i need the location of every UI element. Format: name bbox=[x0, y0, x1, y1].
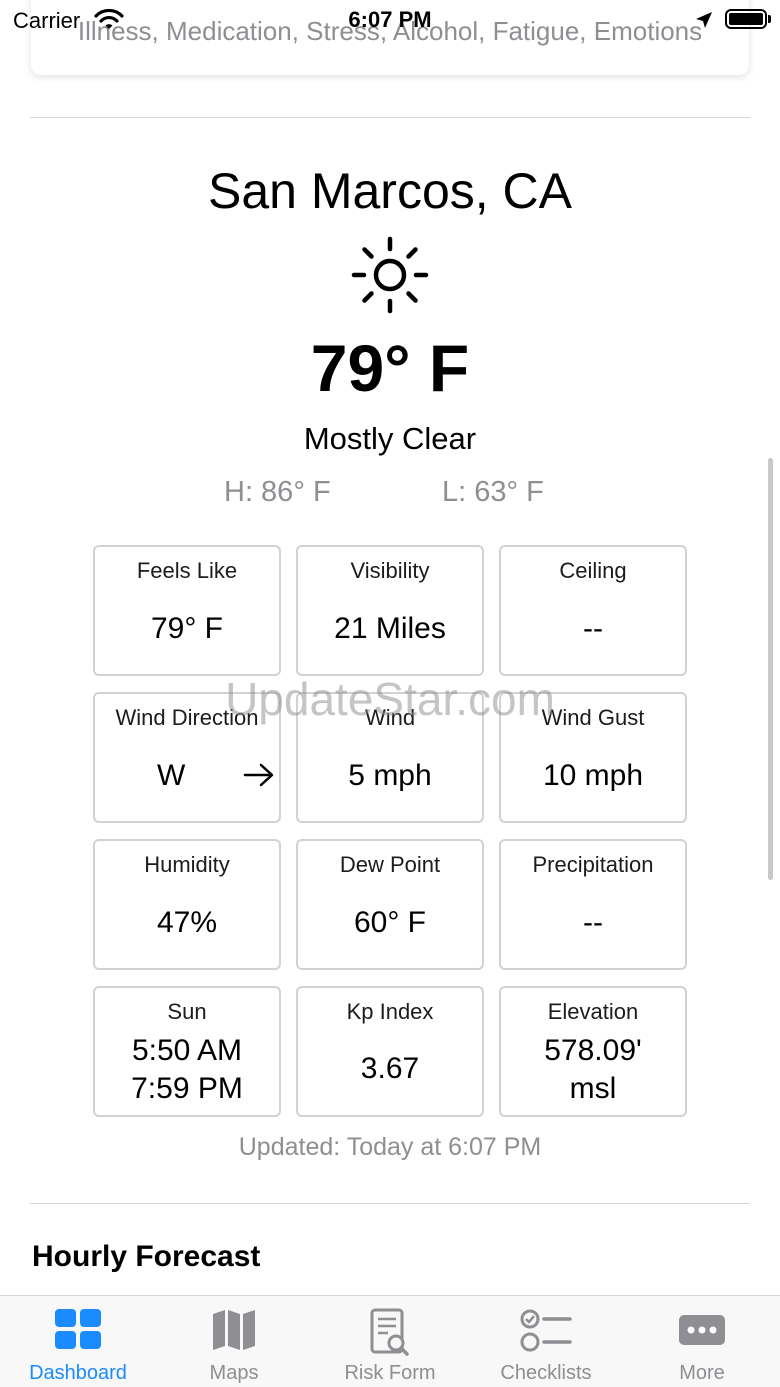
tab-dashboard[interactable]: Dashboard bbox=[0, 1296, 156, 1387]
wind-direction-value: W bbox=[157, 759, 186, 792]
updated-timestamp: Updated: Today at 6:07 PM bbox=[238, 1133, 542, 1161]
tile-label: Visibility bbox=[350, 558, 430, 583]
weather-condition: Mostly Clear bbox=[303, 421, 477, 456]
current-temperature: 79° F bbox=[310, 331, 470, 405]
tile-label: Precipitation bbox=[532, 852, 654, 877]
tile-value: -- bbox=[583, 906, 603, 939]
status-bar: Carrier 6:07 PM bbox=[0, 0, 780, 40]
tab-risk-form[interactable]: Risk Form bbox=[312, 1296, 468, 1387]
tile-label: Feels Like bbox=[136, 558, 238, 583]
tile-value: 47% bbox=[156, 906, 218, 939]
tile-value: 60° F bbox=[353, 906, 427, 939]
tile-value: 5 mph bbox=[348, 759, 432, 792]
elevation-unit: msl bbox=[569, 1072, 617, 1105]
tab-label: More bbox=[679, 1362, 725, 1384]
location-title: San Marcos, CA bbox=[207, 163, 572, 219]
tile-label: Wind Direction bbox=[115, 705, 259, 730]
more-icon bbox=[678, 1314, 726, 1351]
checklist-icon bbox=[520, 1308, 572, 1359]
tab-label: Checklists bbox=[500, 1362, 592, 1384]
elevation-value: 578.09' bbox=[544, 1034, 642, 1067]
battery-icon bbox=[725, 9, 767, 29]
tab-more[interactable]: More bbox=[624, 1296, 780, 1387]
location-arrow-icon bbox=[694, 10, 714, 35]
dashboard-grid-icon bbox=[53, 1308, 103, 1355]
tile-visibility: Visibility 21 Miles bbox=[296, 545, 484, 676]
status-time: 6:07 PM bbox=[348, 7, 432, 32]
tile-value: 5:50 AM 7:59 PM bbox=[95, 1032, 279, 1108]
high-temperature: H: 86° F bbox=[224, 476, 331, 508]
tile-label: Ceiling bbox=[559, 558, 627, 583]
tile-wind-gust: Wind Gust 10 mph bbox=[499, 692, 687, 823]
tile-label: Dew Point bbox=[339, 852, 441, 877]
tile-value: 3.67 bbox=[360, 1052, 420, 1085]
tab-label: Dashboard bbox=[29, 1362, 127, 1384]
low-temperature: L: 63° F bbox=[442, 476, 544, 508]
tile-sun: Sun 5:50 AM 7:59 PM bbox=[93, 986, 281, 1117]
tile-label: Sun bbox=[167, 999, 207, 1024]
hourly-forecast-title: Hourly Forecast bbox=[32, 1240, 261, 1273]
tile-label: Wind bbox=[364, 705, 416, 730]
sunrise-time: 5:50 AM bbox=[131, 1034, 243, 1067]
tile-value: 578.09' msl bbox=[501, 1032, 685, 1108]
tile-value: -- bbox=[583, 612, 603, 645]
tab-maps[interactable]: Maps bbox=[156, 1296, 312, 1387]
battery-cap bbox=[768, 15, 771, 23]
section-divider bbox=[30, 117, 750, 118]
sun-icon bbox=[351, 236, 429, 319]
tile-precipitation: Precipitation -- bbox=[499, 839, 687, 970]
sunset-time: 7:59 PM bbox=[131, 1072, 243, 1105]
section-divider bbox=[30, 1203, 750, 1204]
tab-label: Maps bbox=[209, 1362, 259, 1384]
tile-elevation: Elevation 578.09' msl bbox=[499, 986, 687, 1117]
tile-value: 21 Miles bbox=[334, 612, 446, 645]
tile-label: Wind Gust bbox=[541, 705, 645, 730]
tab-bar: Dashboard Maps Risk Form Checklists More bbox=[0, 1295, 780, 1387]
tile-value: 79° F bbox=[150, 612, 224, 645]
tab-checklists[interactable]: Checklists bbox=[468, 1296, 624, 1387]
tile-wind-direction: Wind Direction W bbox=[93, 692, 281, 823]
tab-label: Risk Form bbox=[344, 1362, 436, 1384]
tile-label: Elevation bbox=[547, 999, 639, 1024]
tile-label: Humidity bbox=[144, 852, 230, 877]
arrow-right-icon bbox=[243, 762, 275, 793]
tile-kp-index: Kp Index 3.67 bbox=[296, 986, 484, 1117]
risk-form-icon bbox=[369, 1308, 411, 1363]
tile-ceiling: Ceiling -- bbox=[499, 545, 687, 676]
tile-label: Kp Index bbox=[346, 999, 434, 1024]
tile-dew-point: Dew Point 60° F bbox=[296, 839, 484, 970]
tile-wind: Wind 5 mph bbox=[296, 692, 484, 823]
tile-value: 10 mph bbox=[542, 759, 644, 792]
scroll-indicator[interactable] bbox=[768, 458, 773, 880]
map-icon bbox=[211, 1308, 257, 1357]
tile-humidity: Humidity 47% bbox=[93, 839, 281, 970]
tile-feels-like: Feels Like 79° F bbox=[93, 545, 281, 676]
